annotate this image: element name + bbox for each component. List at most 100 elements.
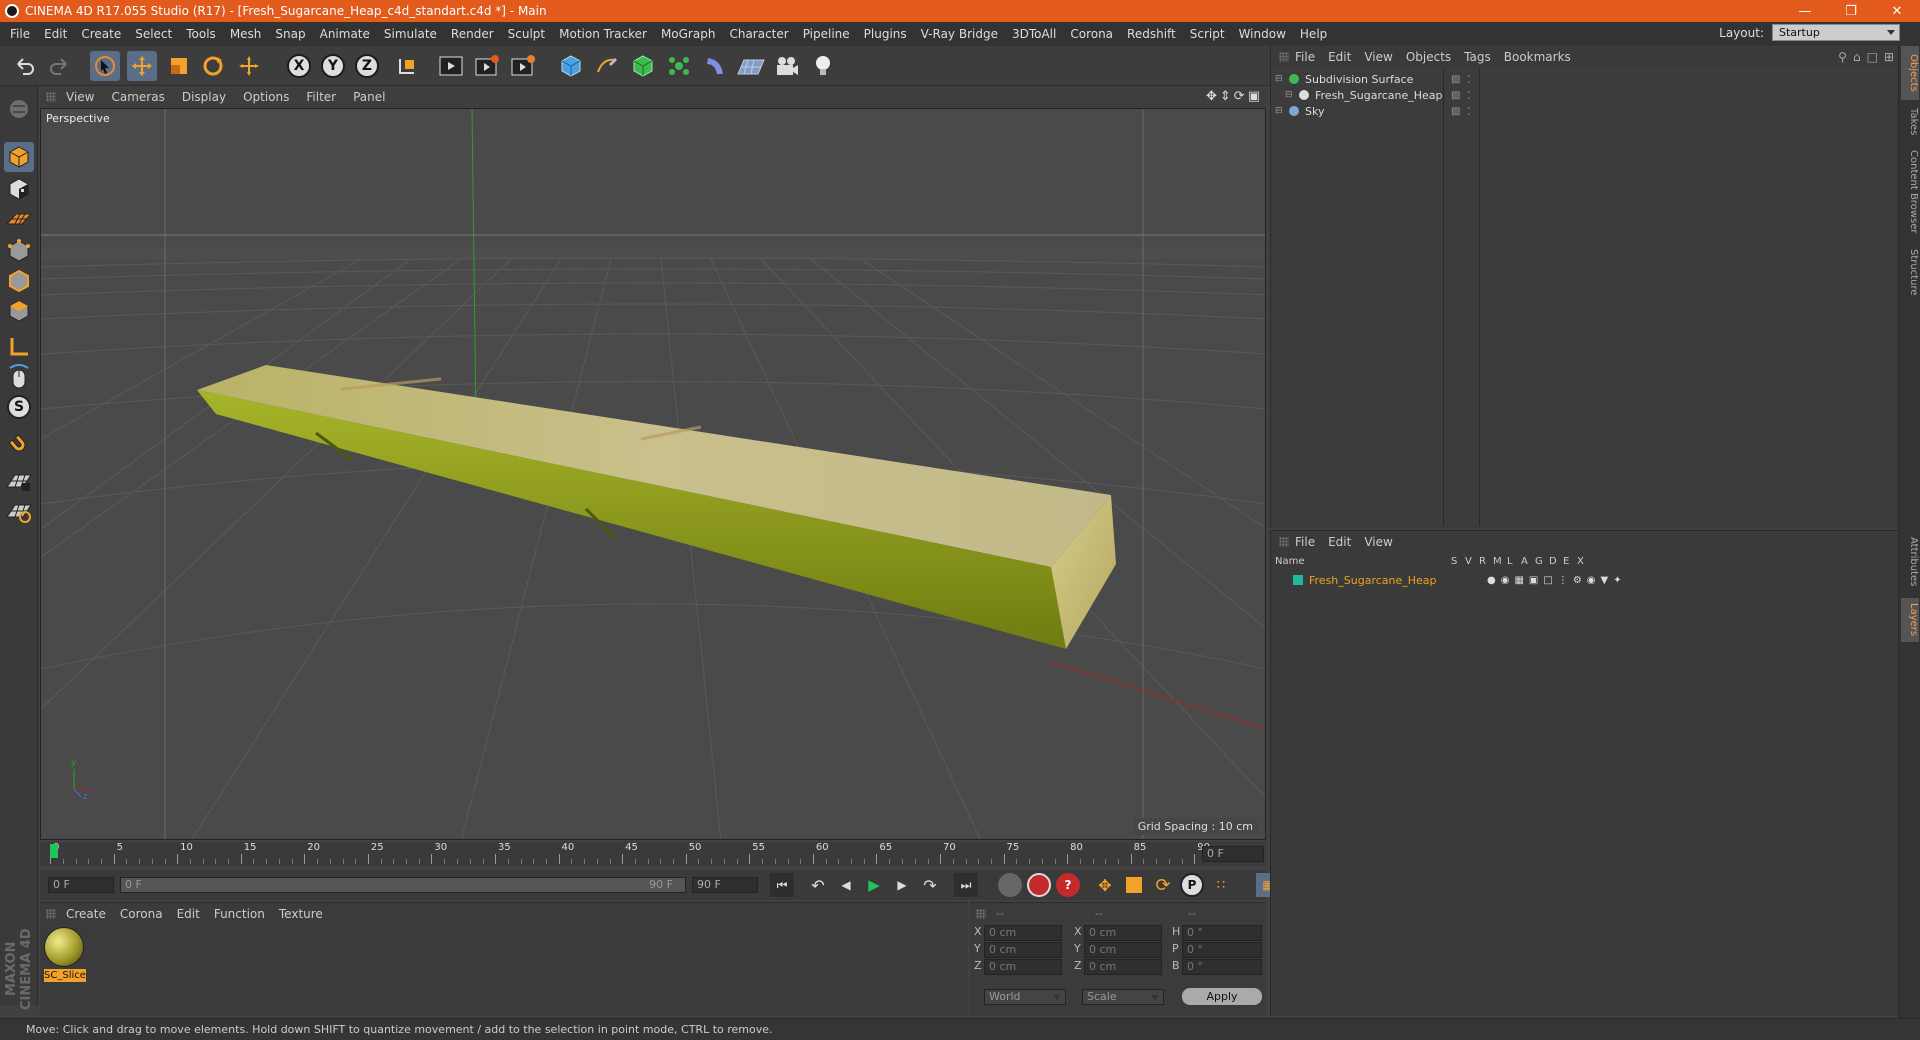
- magnet-icon[interactable]: [4, 430, 34, 460]
- object-menu-file[interactable]: File: [1295, 50, 1315, 64]
- menu-item-motion-tracker[interactable]: Motion Tracker: [552, 27, 654, 41]
- go-to-start-icon[interactable]: ⏮: [770, 873, 794, 897]
- tab-attributes[interactable]: Attributes: [1901, 530, 1919, 594]
- end-frame-field[interactable]: 90 F: [692, 877, 758, 893]
- viewport-menu-panel[interactable]: Panel: [353, 90, 394, 104]
- material-menu-edit[interactable]: Edit: [177, 907, 200, 921]
- object-row-sky[interactable]: ⊟ Sky ▨ ⁚: [1273, 102, 1899, 120]
- viewport-menu-view[interactable]: View: [66, 90, 103, 104]
- step-back-icon[interactable]: ◀: [834, 873, 858, 897]
- sugarcane-mesh[interactable]: [197, 365, 1116, 649]
- y-axis-lock-icon[interactable]: Y: [318, 51, 348, 81]
- menu-item-edit[interactable]: Edit: [37, 27, 74, 41]
- restore-icon[interactable]: ❐: [1828, 0, 1874, 22]
- start-frame-field[interactable]: 0 F: [48, 877, 114, 893]
- menu-item-3dtoall[interactable]: 3DToAll: [1005, 27, 1063, 41]
- layer-generator-icon[interactable]: ⚙: [1573, 575, 1582, 586]
- layer-color-swatch[interactable]: [1293, 575, 1303, 585]
- coord-rotation-field[interactable]: 0 °: [1182, 959, 1262, 975]
- key-move-icon[interactable]: ✥: [1093, 873, 1117, 897]
- autokey-icon[interactable]: ?: [1056, 873, 1080, 897]
- viewport-menu-display[interactable]: Display: [182, 90, 235, 104]
- tab-objects[interactable]: Objects: [1901, 46, 1919, 100]
- redo-icon[interactable]: [44, 51, 74, 81]
- search-icon[interactable]: ⚲: [1838, 50, 1847, 64]
- coord-position-field[interactable]: 0 cm: [984, 942, 1062, 958]
- edit-toggle-icon[interactable]: ▨: [1451, 74, 1460, 85]
- apply-button[interactable]: Apply: [1182, 988, 1262, 1005]
- menu-item-pipeline[interactable]: Pipeline: [796, 27, 857, 41]
- go-to-end-icon[interactable]: ⏭: [954, 873, 978, 897]
- coordinate-system-icon[interactable]: [392, 51, 422, 81]
- material-menu-texture[interactable]: Texture: [279, 907, 323, 921]
- expand-icon[interactable]: ⊞: [1884, 50, 1894, 64]
- menu-item-window[interactable]: Window: [1232, 27, 1293, 41]
- model-mode-icon[interactable]: [4, 142, 34, 172]
- tab-takes[interactable]: Takes: [1901, 102, 1919, 142]
- tree-expand-icon[interactable]: ⊟: [1285, 90, 1295, 100]
- material-menu-corona[interactable]: Corona: [120, 907, 163, 921]
- layer-xref-icon[interactable]: ✦: [1613, 575, 1621, 586]
- coord-mode2-dropdown[interactable]: Scale: [1082, 989, 1164, 1005]
- edit-render-settings-icon[interactable]: [508, 51, 538, 81]
- menu-item-tools[interactable]: Tools: [179, 27, 223, 41]
- maximize-view-icon[interactable]: ▣: [1248, 89, 1260, 104]
- menu-item-script[interactable]: Script: [1183, 27, 1232, 41]
- key-rotate-icon[interactable]: ⟳: [1151, 873, 1175, 897]
- menu-item-help[interactable]: Help: [1293, 27, 1334, 41]
- layer-solo-icon[interactable]: ●: [1487, 575, 1496, 586]
- menu-item-mograph[interactable]: MoGraph: [654, 27, 723, 41]
- deformer-icon[interactable]: [700, 51, 730, 81]
- menu-item-animate[interactable]: Animate: [313, 27, 377, 41]
- pen-spline-icon[interactable]: [592, 51, 622, 81]
- coord-position-field[interactable]: 0 cm: [984, 925, 1062, 941]
- menu-item-plugins[interactable]: Plugins: [857, 27, 914, 41]
- timeline-ruler[interactable]: 051015202530354045505560657075808590 0 F: [40, 842, 1266, 866]
- key-scale-icon[interactable]: [1122, 873, 1146, 897]
- playhead[interactable]: [50, 844, 58, 858]
- menu-item-sculpt[interactable]: Sculpt: [501, 27, 552, 41]
- object-menu-objects[interactable]: Objects: [1406, 50, 1451, 64]
- move-icon[interactable]: [127, 51, 157, 81]
- undo-icon[interactable]: [10, 51, 40, 81]
- camera-icon[interactable]: [772, 51, 802, 81]
- object-menu-bookmarks[interactable]: Bookmarks: [1504, 50, 1571, 64]
- key-param-icon[interactable]: P: [1180, 873, 1204, 897]
- current-frame-field[interactable]: 0 F: [1202, 846, 1264, 862]
- viewport-menu-filter[interactable]: Filter: [306, 90, 345, 104]
- object-menu-tags[interactable]: Tags: [1464, 50, 1491, 64]
- rotate-view-icon[interactable]: ⟳: [1234, 89, 1245, 104]
- coord-mode-dropdown[interactable]: World: [984, 989, 1066, 1005]
- edit-toggle-icon[interactable]: ▨: [1451, 106, 1460, 117]
- move-view-icon[interactable]: ✥: [1206, 89, 1217, 104]
- layer-menu-edit[interactable]: Edit: [1328, 535, 1351, 549]
- polygons-mode-icon[interactable]: [4, 296, 34, 326]
- next-key-icon[interactable]: ↷: [918, 873, 942, 897]
- edges-mode-icon[interactable]: [4, 266, 34, 296]
- last-tool-icon[interactable]: [234, 51, 264, 81]
- frame-range-slider[interactable]: 0 F 90 F: [120, 877, 686, 893]
- layer-menu-view[interactable]: View: [1364, 535, 1392, 549]
- record-keys-icon[interactable]: [1027, 873, 1051, 897]
- menu-item-snap[interactable]: Snap: [268, 27, 312, 41]
- menu-item-file[interactable]: File: [3, 27, 37, 41]
- snap-grid-icon[interactable]: [4, 466, 34, 496]
- layer-lock-icon[interactable]: □: [1543, 575, 1552, 586]
- coord-size-field[interactable]: 0 cm: [1084, 942, 1162, 958]
- visibility-dots-icon[interactable]: ⁚: [1467, 105, 1471, 118]
- previous-key-icon[interactable]: ↶: [806, 873, 830, 897]
- dolly-view-icon[interactable]: ⇕: [1220, 89, 1231, 104]
- layer-manager-icon[interactable]: ▣: [1529, 575, 1538, 586]
- object-menu-view[interactable]: View: [1364, 50, 1392, 64]
- new-window-icon[interactable]: □: [1867, 50, 1878, 64]
- render-picture-viewer-icon[interactable]: [472, 51, 502, 81]
- tweak-icon[interactable]: [4, 362, 34, 392]
- x-axis-lock-icon[interactable]: X: [284, 51, 314, 81]
- tree-expand-icon[interactable]: ⊟: [1275, 74, 1285, 84]
- menu-item-create[interactable]: Create: [74, 27, 128, 41]
- rotate-icon[interactable]: [198, 51, 228, 81]
- object-menu-edit[interactable]: Edit: [1328, 50, 1351, 64]
- workplane-icon[interactable]: [4, 204, 34, 234]
- motion-path-icon[interactable]: [998, 873, 1022, 897]
- material-menu-function[interactable]: Function: [214, 907, 265, 921]
